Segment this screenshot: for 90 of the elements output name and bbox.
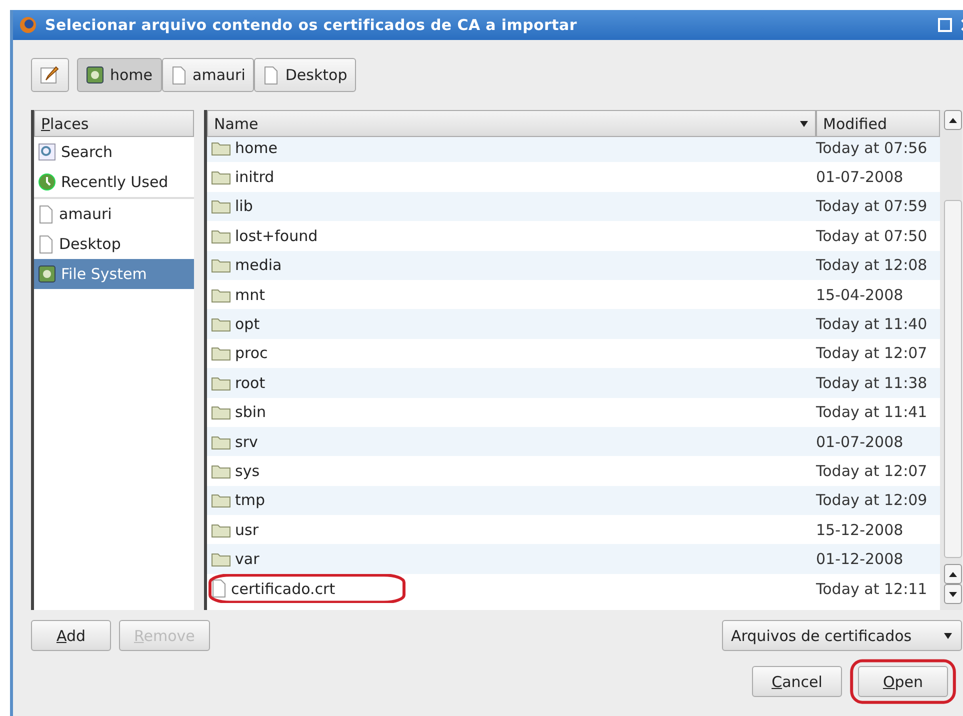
window-title: Selecionar arquivo contendo os certificados de CA a importar	[45, 16, 578, 34]
maximize-icon[interactable]	[938, 18, 952, 32]
file-name: root	[235, 374, 266, 392]
modified-date: Today at 12:09	[815, 491, 928, 510]
document-icon	[170, 66, 187, 84]
drive-icon	[86, 66, 104, 84]
place-action-button[interactable]: Add	[31, 620, 111, 651]
file-type-dropdown[interactable]: Arquivos de certificados	[722, 620, 962, 651]
file-row[interactable]: root Today at 11:38	[207, 368, 940, 398]
modified-date: 15-04-2008	[815, 286, 904, 304]
file-row[interactable]: home Today at 07:56	[207, 137, 940, 162]
scroll-down-icon	[949, 592, 957, 596]
file-row[interactable]: lib Today at 07:59	[207, 192, 940, 222]
modified-date: Today at 11:38	[815, 374, 928, 392]
scroll-up-icon	[949, 572, 957, 576]
folder-icon	[211, 169, 231, 186]
scrollbar[interactable]	[940, 110, 962, 610]
file-row[interactable]: opt Today at 11:40	[207, 309, 940, 339]
place-item[interactable]: Desktop	[34, 229, 194, 259]
folder-icon	[211, 286, 231, 303]
modified-date: 01-12-2008	[815, 550, 904, 568]
modified-date: Today at 11:41	[815, 403, 928, 422]
folder-icon	[211, 434, 231, 450]
file-name: media	[235, 256, 282, 274]
folder-icon	[211, 492, 231, 508]
folder-icon	[211, 374, 231, 391]
folder-icon	[211, 228, 231, 244]
name-column-header[interactable]: Name	[207, 110, 816, 137]
file-icon	[211, 579, 227, 598]
places-header[interactable]: Places	[34, 110, 194, 137]
pencil-icon	[40, 65, 60, 85]
modified-column-header[interactable]: Modified	[816, 110, 940, 137]
clock-icon	[38, 173, 56, 191]
file-row[interactable]: srv 01-07-2008	[207, 426, 940, 456]
place-item[interactable]: Recently Used	[34, 167, 194, 197]
file-name: srv	[235, 432, 258, 451]
dialog-button[interactable]: Cancel	[752, 666, 842, 697]
modified-date: 15-12-2008	[815, 520, 904, 539]
folder-icon	[211, 551, 231, 568]
file-name: initrd	[235, 168, 274, 186]
file-name: certificado.crt	[231, 580, 336, 598]
modified-date: Today at 07:59	[815, 197, 928, 216]
modified-date: 01-07-2008	[815, 432, 904, 451]
file-name: opt	[235, 315, 260, 334]
folder-icon	[211, 345, 231, 362]
file-name: home	[235, 138, 278, 157]
folder-icon	[211, 198, 231, 214]
drive-icon	[38, 265, 56, 283]
file-name: proc	[235, 344, 268, 362]
document-icon	[38, 204, 54, 224]
folder-icon	[211, 316, 231, 332]
modified-date: Today at 12:07	[815, 462, 928, 480]
path-button[interactable]: home	[77, 58, 162, 92]
folder-icon	[211, 462, 231, 479]
file-name: sys	[235, 462, 260, 480]
modified-date: Today at 07:50	[815, 226, 928, 245]
document-icon	[38, 234, 54, 254]
place-item[interactable]: File System	[34, 259, 194, 289]
path-button[interactable]: amauri	[162, 58, 254, 92]
folder-icon	[211, 522, 231, 538]
modified-date: Today at 07:56	[815, 138, 928, 157]
place-item[interactable]: Search	[34, 137, 194, 167]
modified-date: 01-07-2008	[815, 168, 904, 186]
folder-icon	[211, 140, 231, 156]
folder-icon	[211, 404, 231, 420]
path-button[interactable]: Desktop	[254, 58, 356, 92]
folder-icon	[211, 257, 231, 274]
file-name: lib	[235, 197, 253, 216]
document-icon	[263, 66, 280, 84]
sort-arrow-icon	[799, 120, 809, 126]
file-row[interactable]: var 01-12-2008	[207, 544, 940, 574]
file-name: usr	[235, 520, 258, 539]
app-icon	[19, 16, 37, 34]
dropdown-arrow-icon	[943, 632, 953, 638]
search-icon	[38, 143, 56, 161]
file-name: var	[235, 550, 260, 568]
modified-date: Today at 12:08	[815, 256, 928, 274]
modified-date: Today at 12:11	[815, 580, 928, 598]
place-item[interactable]: amauri	[34, 197, 194, 229]
scroll-up-icon	[949, 118, 957, 122]
modified-date: Today at 11:40	[815, 315, 928, 334]
dialog-button[interactable]: Open	[858, 666, 948, 697]
edit-location-button[interactable]	[31, 58, 69, 92]
file-name: lost+found	[235, 226, 318, 245]
file-name: sbin	[235, 403, 266, 422]
modified-date: Today at 12:07	[815, 344, 928, 362]
file-row[interactable]: tmp Today at 12:09	[207, 486, 940, 516]
file-name: tmp	[235, 491, 266, 510]
file-name: mnt	[235, 286, 265, 304]
file-row[interactable]: media Today at 12:08	[207, 250, 940, 280]
